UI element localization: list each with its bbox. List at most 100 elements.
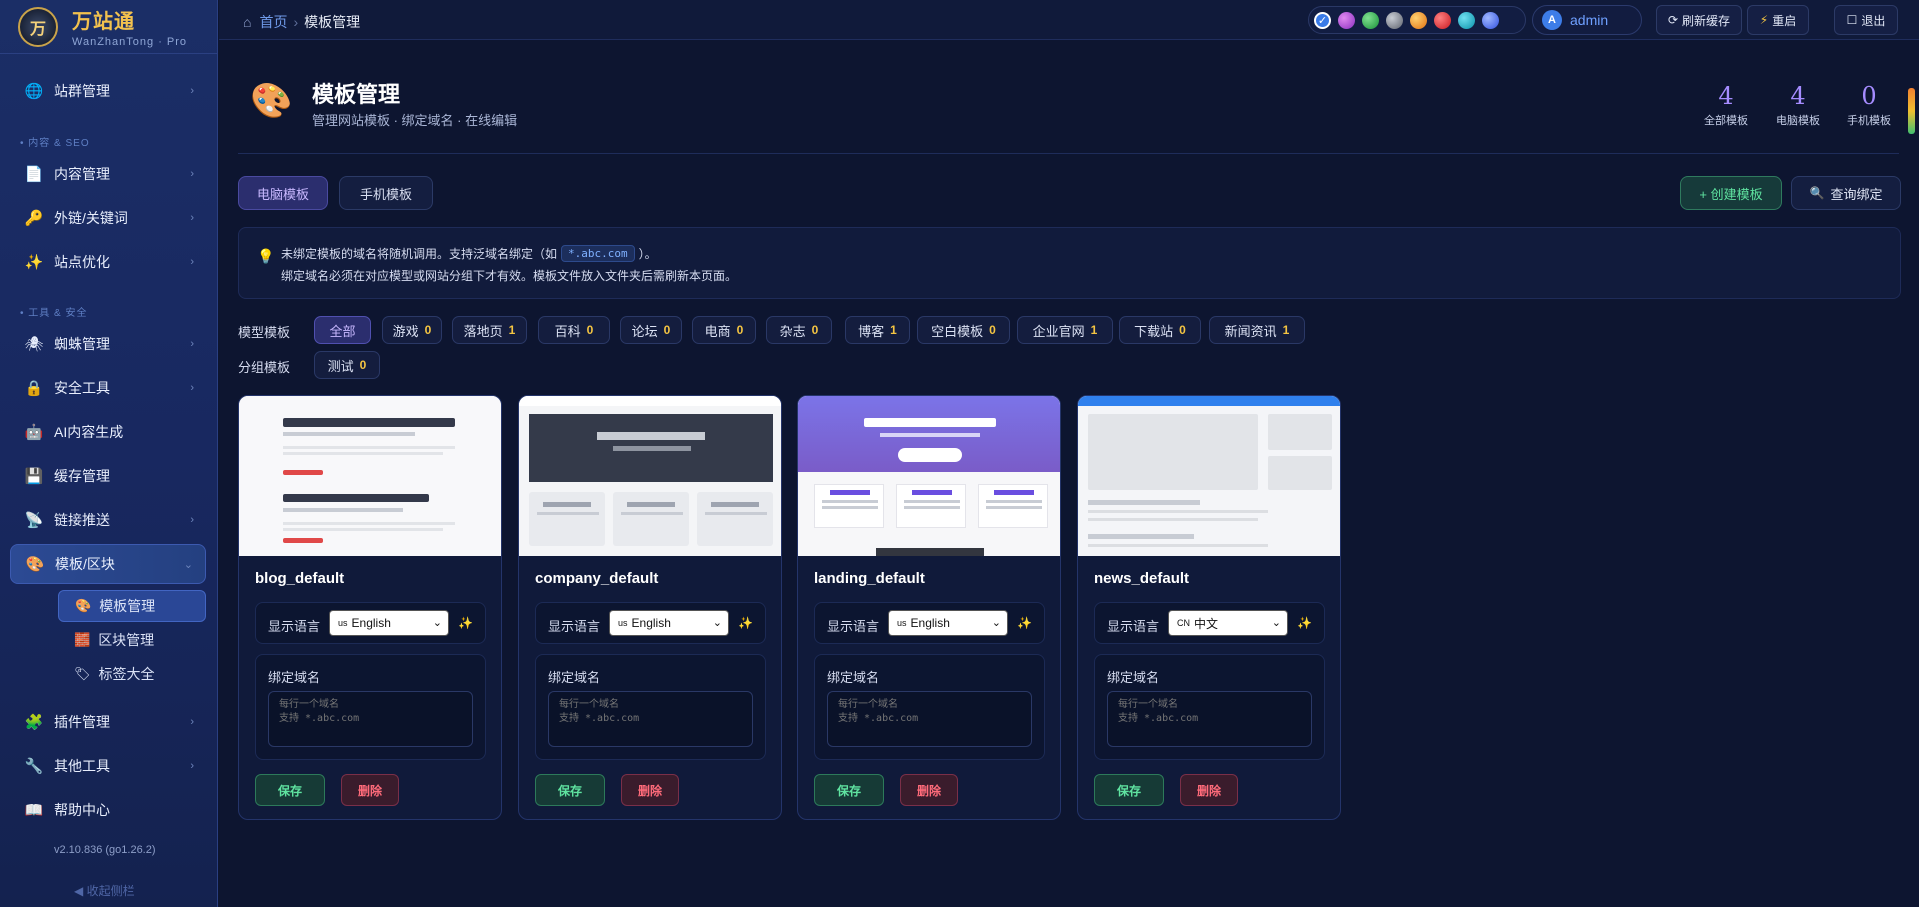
save-button[interactable]: 保存 xyxy=(814,774,884,806)
chevron-right-icon: › xyxy=(190,716,194,728)
chevron-down-icon: ⌄ xyxy=(183,558,193,571)
save-button[interactable]: 保存 xyxy=(255,774,325,806)
language-select[interactable]: us English ⌄ xyxy=(888,610,1008,636)
delete-button[interactable]: 删除 xyxy=(621,774,679,806)
bind-domain-input[interactable] xyxy=(268,691,473,747)
theme-swatch-blue[interactable]: ✓ xyxy=(1314,11,1331,29)
logout-button[interactable]: ☐ 退出 xyxy=(1834,5,1898,35)
palette-icon: 🎨 xyxy=(25,556,45,573)
sidebar-item-label: AI内容生成 xyxy=(54,424,124,440)
bind-domain-input[interactable] xyxy=(827,691,1032,747)
robot-icon: 🤖 xyxy=(24,424,44,441)
delete-button[interactable]: 删除 xyxy=(341,774,399,806)
filter-chip-model[interactable]: 落地页 1 xyxy=(452,316,527,344)
language-row: 显示语言 us English ⌄ ✨ xyxy=(814,602,1045,644)
tab-pc-templates[interactable]: 电脑模板 xyxy=(238,176,328,210)
stat-value: 4 xyxy=(1718,82,1734,110)
filter-chip-model[interactable]: 论坛 0 xyxy=(620,316,682,344)
theme-swatch-orange[interactable] xyxy=(1410,11,1427,29)
template-name: landing_default xyxy=(814,570,925,587)
bind-domain-label: 绑定域名 xyxy=(268,670,321,685)
chip-label: 电商 xyxy=(704,323,731,339)
sidebar-sub-template-manage[interactable]: 🎨 模板管理 xyxy=(58,590,206,622)
language-value: English xyxy=(631,616,671,630)
topbar: ⌂ 首页 › 模板管理 ✓ A admin ⟳ 刷新缓存 ⚡ 重启 ☐ 退出 xyxy=(219,0,1919,40)
flag-icon: us xyxy=(338,618,348,628)
theme-swatch-red[interactable] xyxy=(1434,11,1451,29)
sparkle-icon[interactable]: ✨ xyxy=(458,616,473,630)
book-icon: 📖 xyxy=(24,802,44,819)
template-thumbnail[interactable] xyxy=(519,396,781,556)
filter-chip-model[interactable]: 下载站 0 xyxy=(1119,316,1201,344)
collapse-sidebar-button[interactable]: ◀ 收起侧栏 xyxy=(74,882,135,899)
query-binding-button[interactable]: 🔍 查询绑定 xyxy=(1791,176,1901,210)
template-card: company_default 显示语言 usEnglish ⌄ ✨ 绑定域名保存删除 xyxy=(518,395,782,820)
sidebar-item-other-tools[interactable]: 🔧 其他工具 › xyxy=(10,746,206,786)
sidebar-item-link-push[interactable]: 📡 链接推送 › xyxy=(10,500,206,540)
breadcrumb-current: 模板管理 xyxy=(304,14,361,30)
breadcrumb-home[interactable]: 首页 xyxy=(259,12,287,32)
save-button[interactable]: 保存 xyxy=(535,774,605,806)
sparkle-icon[interactable]: ✨ xyxy=(738,616,753,630)
sidebar-item-site-group[interactable]: 🌐 站群管理 › xyxy=(10,71,206,111)
sidebar-item-security[interactable]: 🔒 安全工具 › xyxy=(10,368,206,408)
create-template-button[interactable]: + 创建模板 xyxy=(1680,176,1782,210)
tag-icon: 🏷 xyxy=(74,666,91,681)
language-label: 显示语言 xyxy=(268,619,321,634)
sidebar-item-plugins[interactable]: 🧩 插件管理 › xyxy=(10,702,206,742)
theme-swatch-purple[interactable] xyxy=(1338,11,1355,29)
sidebar-item-templates[interactable]: 🎨 模板/区块 ⌄ xyxy=(10,544,206,584)
sidebar-item-content[interactable]: 📄 内容管理 › xyxy=(10,154,206,194)
template-thumbnail[interactable] xyxy=(239,396,501,556)
sidebar-sub-tags[interactable]: 🏷 标签大全 xyxy=(58,658,206,690)
save-button[interactable]: 保存 xyxy=(1094,774,1164,806)
sidebar-item-spider[interactable]: 🕷 蜘蛛管理 › xyxy=(10,324,206,364)
sparkle-icon[interactable]: ✨ xyxy=(1017,616,1032,630)
theme-swatch-green[interactable] xyxy=(1362,11,1379,29)
filter-chip-model[interactable]: 全部 xyxy=(314,316,371,344)
sidebar-item-ai-content[interactable]: 🤖 AI内容生成 xyxy=(10,412,206,452)
language-select[interactable]: us English ⌄ xyxy=(329,610,449,636)
section-tools-security: • 工具 & 安全 xyxy=(20,308,88,319)
theme-swatch-cyan[interactable] xyxy=(1458,11,1475,29)
language-select[interactable]: us English ⌄ xyxy=(609,610,729,636)
theme-swatch-gray[interactable] xyxy=(1386,11,1403,29)
bind-domain-section: 绑定域名 xyxy=(814,654,1045,760)
template-thumbnail[interactable] xyxy=(798,396,1060,556)
template-name: company_default xyxy=(535,570,659,587)
filter-chip-model[interactable]: 杂志 0 xyxy=(766,316,832,344)
filter-chip-model[interactable]: 百科 0 xyxy=(538,316,610,344)
filter-chip-model[interactable]: 电商 0 xyxy=(692,316,756,344)
chip-count: 0 xyxy=(989,323,996,337)
chip-count: 0 xyxy=(586,323,594,337)
sidebar-item-backlinks[interactable]: 🔑 外链/关键词 › xyxy=(10,198,206,238)
filter-chip-group[interactable]: 测试 0 xyxy=(314,351,380,379)
delete-button[interactable]: 删除 xyxy=(900,774,958,806)
language-value: English xyxy=(910,616,950,630)
sidebar-sub-block-manage[interactable]: 🧱 区块管理 xyxy=(58,624,206,656)
sidebar-item-optimization[interactable]: ✨ 站点优化 › xyxy=(10,242,206,282)
page-scrollbar[interactable] xyxy=(1908,88,1915,134)
filter-chip-model[interactable]: 游戏 0 xyxy=(382,316,442,344)
sidebar-item-cache[interactable]: 💾 缓存管理 xyxy=(10,456,206,496)
sparkle-icon[interactable]: ✨ xyxy=(1297,616,1312,630)
bind-domain-input[interactable] xyxy=(548,691,753,747)
filter-chip-model[interactable]: 空白模板 0 xyxy=(917,316,1010,344)
template-thumbnail[interactable] xyxy=(1078,396,1340,556)
document-icon: 📄 xyxy=(24,166,44,183)
filter-chip-model[interactable]: 企业官网 1 xyxy=(1017,316,1113,344)
filter-chip-model[interactable]: 新闻资讯 1 xyxy=(1209,316,1305,344)
refresh-cache-button[interactable]: ⟳ 刷新缓存 xyxy=(1656,5,1742,35)
filter-chip-model[interactable]: 博客 1 xyxy=(845,316,910,344)
tab-mobile-templates[interactable]: 手机模板 xyxy=(339,176,433,210)
user-menu[interactable]: A admin xyxy=(1532,5,1642,35)
restart-button[interactable]: ⚡ 重启 xyxy=(1747,5,1809,35)
chip-count: 1 xyxy=(890,323,897,337)
delete-button[interactable]: 删除 xyxy=(1180,774,1238,806)
chip-label: 游戏 xyxy=(392,323,419,339)
bind-domain-input[interactable] xyxy=(1107,691,1312,747)
stat-value: 0 xyxy=(1861,82,1877,110)
sidebar-item-help[interactable]: 📖 帮助中心 xyxy=(10,790,206,830)
theme-swatch-indigo[interactable] xyxy=(1482,11,1499,29)
language-select[interactable]: CN 中文 ⌄ xyxy=(1168,610,1288,636)
